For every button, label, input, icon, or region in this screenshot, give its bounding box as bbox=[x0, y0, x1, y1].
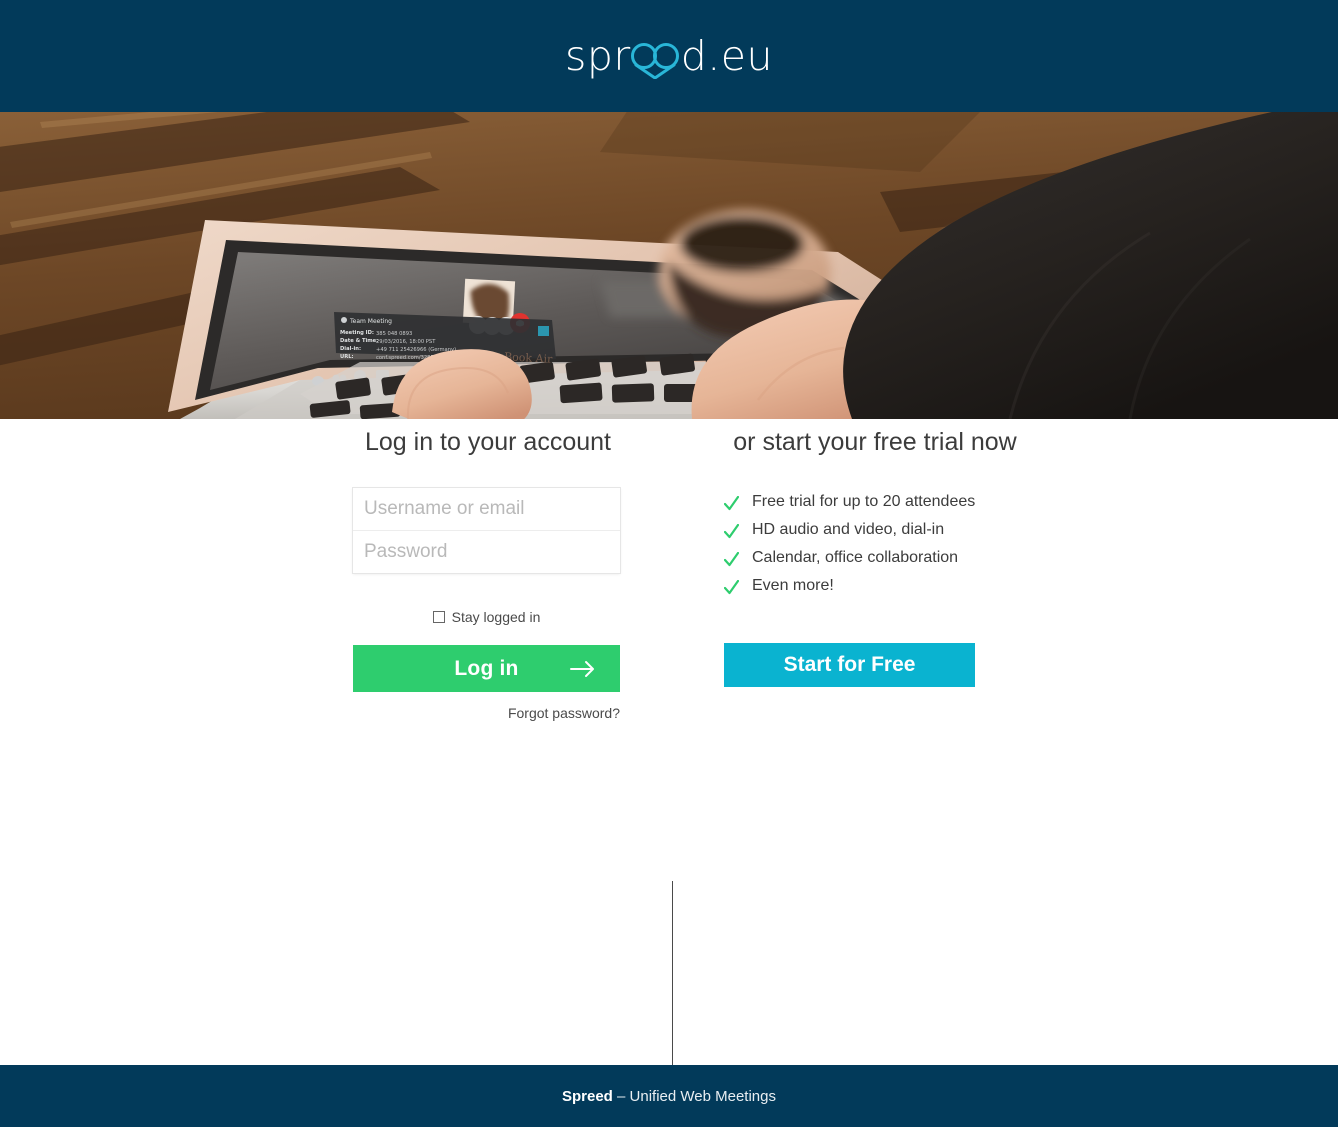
svg-text:Team Meeting: Team Meeting bbox=[349, 318, 392, 325]
login-page: spr d.eu Team Meeting Meeting ID: 385 04… bbox=[0, 0, 1338, 1127]
svg-text:Dial-in:: Dial-in: bbox=[340, 346, 361, 352]
trial-benefits-list: Free trial for up to 20 attendees HD aud… bbox=[724, 493, 975, 605]
stay-logged-in-checkbox[interactable] bbox=[432, 611, 445, 623]
list-item-label: Free trial for up to 20 attendees bbox=[752, 493, 976, 510]
username-input[interactable] bbox=[353, 488, 620, 530]
stay-logged-in-row[interactable]: Stay logged in bbox=[353, 609, 620, 625]
svg-text:385 048 0893: 385 048 0893 bbox=[376, 331, 412, 337]
login-button[interactable]: Log in bbox=[353, 645, 620, 692]
list-item: Calendar, office collaboration bbox=[724, 549, 975, 568]
svg-text:URL:: URL: bbox=[340, 354, 354, 360]
footer-brand: Spreed bbox=[561, 1087, 613, 1105]
svg-text:29/03/2016, 18:00 PST: 29/03/2016, 18:00 PST bbox=[376, 339, 436, 345]
list-item: HD audio and video, dial-in bbox=[724, 521, 975, 540]
stay-logged-in-label: Stay logged in bbox=[451, 609, 541, 625]
forgot-password-row: Forgot password? bbox=[353, 705, 620, 723]
logo-text-suffix: d.eu bbox=[680, 32, 774, 80]
two-column-section: Log in to your account Stay logged in Lo… bbox=[0, 419, 1338, 1127]
svg-text:Meeting ID:: Meeting ID: bbox=[340, 330, 374, 336]
start-for-free-button[interactable]: Start for Free bbox=[724, 643, 975, 687]
check-icon bbox=[724, 524, 739, 539]
password-input[interactable] bbox=[353, 531, 620, 573]
list-item-label: Calendar, office collaboration bbox=[752, 549, 959, 566]
list-item-label: Even more! bbox=[752, 577, 834, 594]
arrow-right-icon bbox=[570, 660, 594, 677]
list-item-label: HD audio and video, dial-in bbox=[752, 521, 945, 538]
main-content: Log in to your account Stay logged in Lo… bbox=[0, 419, 1338, 1127]
check-icon bbox=[724, 496, 739, 511]
credentials-group bbox=[353, 488, 620, 573]
trial-heading: or start your free trial now bbox=[733, 428, 1017, 456]
footer-tagline: – Unified Web Meetings bbox=[617, 1087, 776, 1105]
forgot-password-link[interactable]: Forgot password? bbox=[508, 705, 620, 721]
login-button-label: Log in bbox=[454, 656, 519, 680]
logo-text-prefix: spr bbox=[564, 32, 631, 80]
hero-illustration: Team Meeting Meeting ID: 385 048 0893 Da… bbox=[0, 112, 1338, 419]
login-heading: Log in to your account bbox=[365, 428, 611, 456]
spreed-logo[interactable]: spr d.eu bbox=[565, 32, 773, 80]
svg-text:Date & Time:: Date & Time: bbox=[340, 338, 378, 344]
list-item: Free trial for up to 20 attendees bbox=[724, 493, 975, 512]
footer-text: Spreed – Unified Web Meetings bbox=[562, 1088, 776, 1105]
check-icon bbox=[724, 580, 739, 595]
list-item: Even more! bbox=[724, 577, 975, 596]
site-footer: Spreed – Unified Web Meetings bbox=[0, 1065, 1338, 1127]
check-icon bbox=[724, 552, 739, 567]
logo-heart-icon bbox=[630, 36, 681, 79]
site-header: spr d.eu bbox=[0, 0, 1338, 112]
hero-image: Team Meeting Meeting ID: 385 048 0893 Da… bbox=[0, 112, 1338, 419]
